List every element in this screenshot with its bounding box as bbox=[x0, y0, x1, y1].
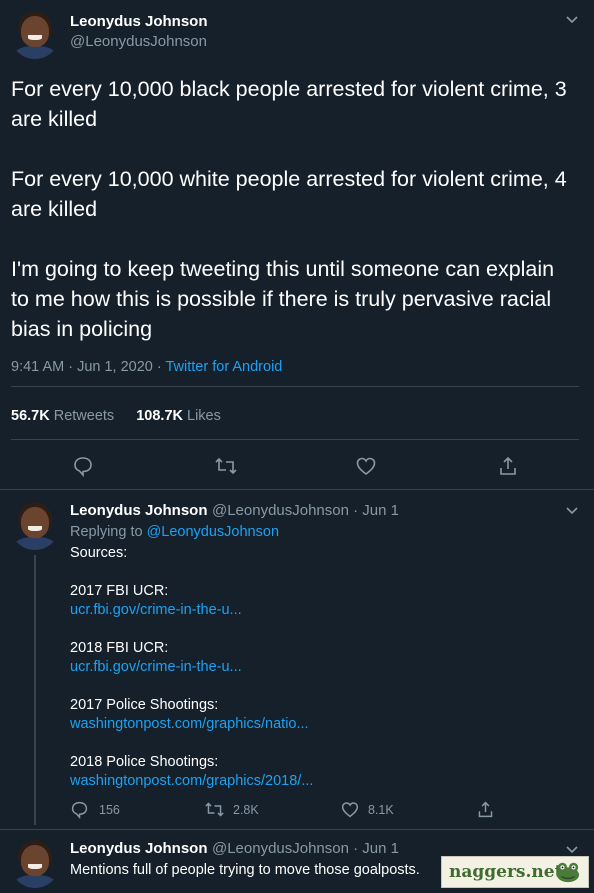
watermark: naggers.net bbox=[441, 856, 589, 888]
source-label: 2018 Police Shootings: bbox=[70, 754, 219, 770]
chevron-down-icon[interactable] bbox=[565, 15, 579, 25]
reply-header: Leonydus Johnson @LeonydusJohnson · Jun … bbox=[70, 840, 399, 858]
retweet-icon bbox=[205, 802, 224, 817]
reply-icon bbox=[71, 801, 88, 819]
source-link[interactable]: washingtonpost.com/graphics/2018/... bbox=[70, 772, 313, 791]
author-name[interactable]: Leonydus Johnson bbox=[70, 502, 208, 519]
engagement-stats: 56.7K Retweets 108.7K Likes bbox=[11, 408, 221, 424]
heart-icon[interactable] bbox=[355, 455, 377, 477]
frog-logo-icon bbox=[556, 862, 580, 883]
reply-action-reply[interactable]: 156 bbox=[70, 800, 120, 819]
divider bbox=[11, 439, 579, 440]
share-icon[interactable] bbox=[476, 800, 495, 819]
reply-action-retweet[interactable]: 2.8K bbox=[204, 800, 259, 819]
tweet-paragraph: For every 10,000 black people arrested f… bbox=[11, 77, 567, 131]
tweet-source[interactable]: Twitter for Android bbox=[166, 359, 283, 375]
author-handle[interactable]: @LeonydusJohnson · Jun 1 bbox=[212, 840, 399, 857]
likes-label: Likes bbox=[187, 408, 221, 424]
avatar[interactable] bbox=[10, 500, 60, 550]
source-link[interactable]: ucr.fbi.gov/crime-in-the-u... bbox=[70, 601, 242, 620]
likes-stat[interactable]: 108.7K Likes bbox=[136, 408, 221, 424]
retweet-icon[interactable] bbox=[214, 455, 238, 477]
like-count: 8.1K bbox=[368, 802, 394, 817]
tweet-paragraph: I'm going to keep tweeting this until so… bbox=[11, 257, 555, 341]
reply-icon[interactable] bbox=[72, 455, 94, 477]
likes-count: 108.7K bbox=[136, 408, 183, 424]
divider bbox=[11, 386, 579, 387]
avatar[interactable] bbox=[10, 9, 60, 59]
source-label: 2018 FBI UCR: bbox=[70, 640, 169, 656]
tweet-timestamp[interactable]: 9:41 AM · Jun 1, 2020 · bbox=[11, 359, 166, 375]
tweet-meta: 9:41 AM · Jun 1, 2020 · Twitter for Andr… bbox=[11, 359, 282, 375]
author-name[interactable]: Leonydus Johnson bbox=[70, 13, 208, 30]
author-name[interactable]: Leonydus Johnson bbox=[70, 840, 208, 857]
replying-to: Replying to @LeonydusJohnson bbox=[70, 523, 279, 542]
tweet-text: For every 10,000 black people arrested f… bbox=[11, 74, 571, 344]
chevron-down-icon[interactable] bbox=[565, 845, 579, 855]
reply-action-like[interactable]: 8.1K bbox=[340, 800, 394, 819]
reply-count: 156 bbox=[99, 802, 120, 817]
reply-header: Leonydus Johnson @LeonydusJohnson · Jun … bbox=[70, 502, 399, 520]
source-link[interactable]: washingtonpost.com/graphics/natio... bbox=[70, 715, 309, 734]
divider bbox=[0, 829, 594, 830]
chevron-down-icon[interactable] bbox=[565, 506, 579, 516]
author-handle[interactable]: @LeonydusJohnson · Jun 1 bbox=[212, 502, 399, 519]
retweets-label: Retweets bbox=[53, 408, 115, 424]
tweet-paragraph: For every 10,000 white people arrested f… bbox=[11, 167, 567, 221]
source-link[interactable]: ucr.fbi.gov/crime-in-the-u... bbox=[70, 658, 242, 677]
thread-line bbox=[34, 555, 36, 825]
source-label: 2017 FBI UCR: bbox=[70, 583, 169, 599]
divider bbox=[0, 489, 594, 490]
heart-icon bbox=[341, 802, 359, 818]
watermark-text: naggers.net bbox=[449, 862, 563, 882]
retweet-count: 2.8K bbox=[233, 802, 259, 817]
source-label: 2017 Police Shootings: bbox=[70, 697, 219, 713]
replying-handle[interactable]: @LeonydusJohnson bbox=[147, 524, 279, 540]
retweets-count: 56.7K bbox=[11, 408, 50, 424]
share-icon[interactable] bbox=[497, 455, 519, 477]
author-handle[interactable]: @LeonydusJohnson bbox=[70, 33, 207, 50]
retweets-stat[interactable]: 56.7K Retweets bbox=[11, 408, 114, 424]
avatar[interactable] bbox=[10, 838, 60, 888]
reply-text: Mentions full of people trying to move t… bbox=[70, 862, 420, 878]
replying-prefix: Replying to bbox=[70, 524, 147, 540]
sources-title: Sources: bbox=[70, 545, 128, 561]
